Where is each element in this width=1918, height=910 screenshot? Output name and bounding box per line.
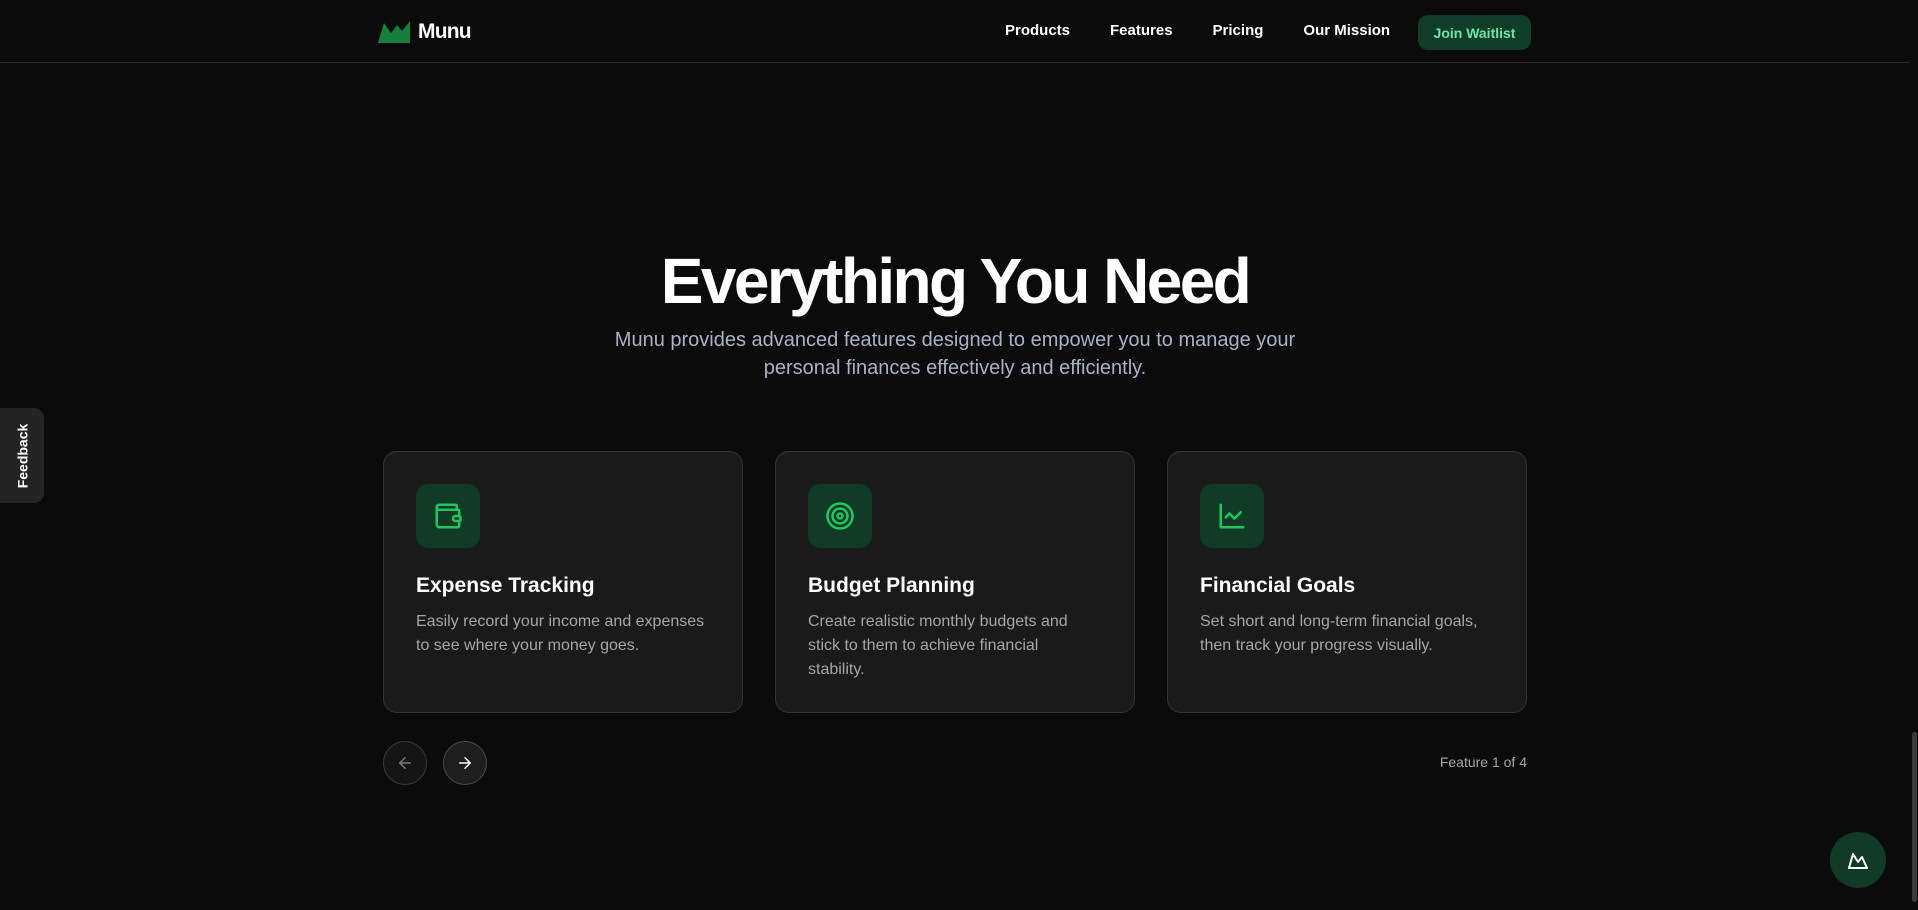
feature-card-expense-tracking: Expense Tracking Easily record your inco… — [383, 451, 743, 713]
section-title: Everything You Need — [660, 245, 1252, 317]
feature-description: Easily record your income and expenses t… — [416, 613, 705, 654]
line-chart-icon — [1200, 484, 1264, 548]
nav-products[interactable]: Products — [1005, 22, 1070, 39]
nav-pricing[interactable]: Pricing — [1213, 22, 1264, 39]
mountain-logo-icon — [378, 21, 410, 43]
next-button[interactable] — [443, 741, 487, 785]
wallet-icon — [416, 484, 480, 548]
feedback-tab[interactable]: Feedback — [0, 408, 44, 503]
mountain-icon — [1848, 853, 1868, 869]
main-nav: Products Features Pricing Our Mission — [1005, 22, 1390, 39]
site-header: Munu Products Features Pricing Our Missi… — [0, 0, 1918, 63]
logo-text: Munu — [418, 20, 472, 43]
feature-description: Set short and long-term financial goals,… — [1200, 613, 1478, 654]
feature-title: Budget Planning — [808, 574, 975, 597]
scrollbar-thumb[interactable] — [1912, 732, 1917, 902]
previous-button[interactable] — [383, 741, 427, 785]
target-icon — [808, 484, 872, 548]
feature-title: Expense Tracking — [416, 574, 595, 597]
nav-our-mission[interactable]: Our Mission — [1303, 22, 1390, 39]
section-subtitle: Munu provides advanced features designed… — [614, 329, 1296, 379]
chat-launcher-button[interactable] — [1830, 832, 1886, 888]
carousel-counter: Feature 1 of 4 — [1439, 754, 1527, 770]
scrollbar-track[interactable] — [1910, 0, 1918, 910]
feature-card-budget-planning: Budget Planning Create realistic monthly… — [775, 451, 1135, 713]
feature-description: Create realistic monthly budgets and sti… — [808, 613, 1068, 678]
feature-title: Financial Goals — [1200, 574, 1356, 597]
logo[interactable]: Munu — [378, 19, 472, 45]
arrow-right-icon — [459, 757, 471, 769]
arrow-left-icon — [399, 757, 411, 769]
join-waitlist-button[interactable]: Join Waitlist — [1418, 15, 1531, 50]
nav-features[interactable]: Features — [1110, 22, 1173, 39]
feature-card-financial-goals: Financial Goals Set short and long-term … — [1167, 451, 1527, 713]
feedback-label: Feedback — [14, 423, 30, 488]
